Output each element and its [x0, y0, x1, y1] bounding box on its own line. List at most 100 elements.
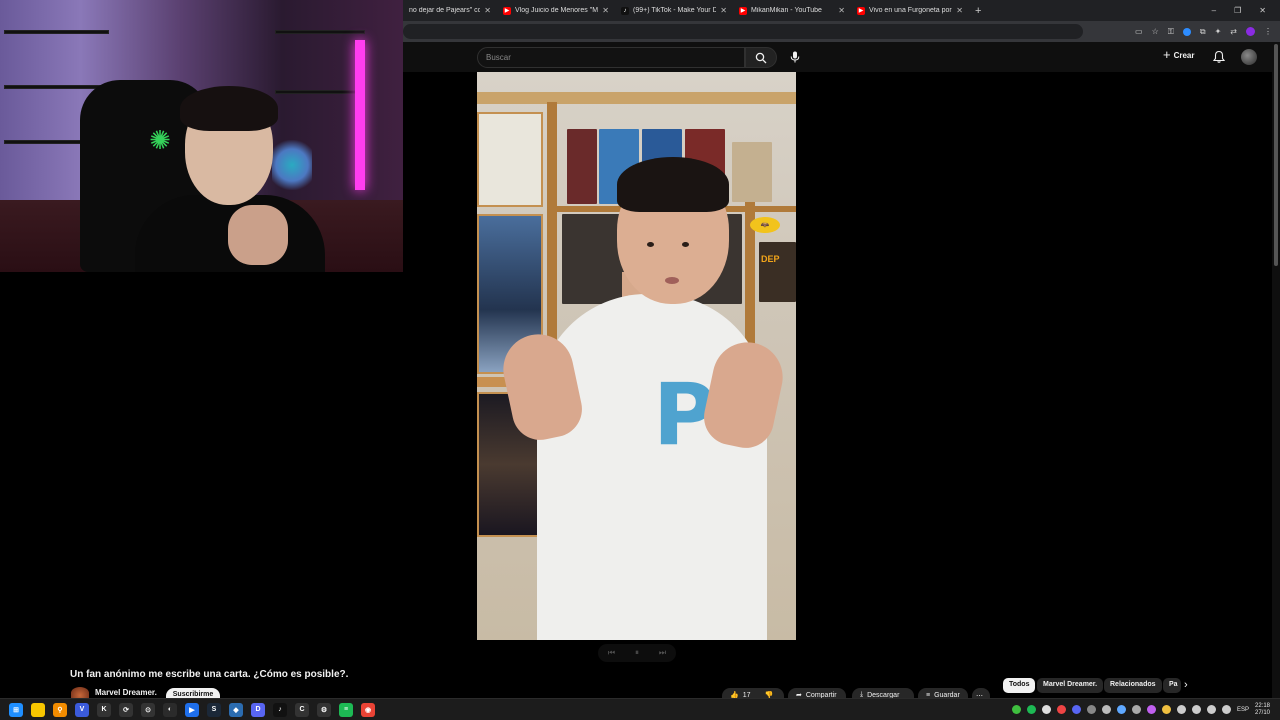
previous-icon[interactable]: ⏮ [608, 648, 615, 658]
discord-tray-icon[interactable] [1071, 705, 1081, 714]
tab-title: Vlog Juicio de Menores "Me Ca [515, 7, 599, 14]
side-panel-icon[interactable]: ✦ [1215, 27, 1222, 36]
menu-kebab-icon[interactable]: ⋮ [1264, 27, 1272, 36]
tab-title: MikanMikan - YouTube [751, 7, 822, 14]
close-icon[interactable]: ✕ [956, 6, 963, 15]
vivaldi-icon[interactable]: V [75, 702, 89, 717]
chip-relacionados[interactable]: Relacionados [1104, 678, 1162, 693]
app-4-icon[interactable]: K [97, 702, 111, 717]
minimize-button[interactable]: – [1212, 6, 1216, 15]
bookmark-star-icon[interactable]: ☆ [1152, 27, 1159, 36]
extension-icon[interactable] [1182, 27, 1191, 36]
language-indicator[interactable]: ESP [1237, 707, 1249, 713]
video-shelf [477, 92, 796, 104]
app-6-icon[interactable]: ⊙ [141, 702, 155, 717]
video-title: Un fan anónimo me escribe una carta. ¿Có… [70, 669, 349, 680]
microphone-icon [790, 51, 800, 63]
tray-app-icon[interactable] [1116, 705, 1126, 714]
chrome-icon[interactable]: ◉ [361, 702, 375, 717]
browser-tab[interactable]: ▶ MikanMikan - YouTube ✕ [733, 0, 851, 21]
tray-app-icon[interactable] [1101, 705, 1111, 714]
batman-logo-icon: 🦇 [750, 217, 780, 233]
spotify-icon[interactable]: ≡ [339, 702, 353, 717]
new-tab-button[interactable]: + [969, 5, 987, 17]
webcam-shelf [275, 90, 365, 94]
app-5-icon[interactable]: ⟳ [119, 702, 133, 717]
tray-app-icon[interactable] [1056, 705, 1066, 714]
toolbar-icons: ▭ ☆ ⚿ ⧉ ✦ ⇄ ⋮ [1135, 27, 1280, 37]
tray-app-icon[interactable] [1176, 705, 1186, 714]
voice-search-button[interactable] [786, 48, 804, 66]
discord-icon[interactable]: D [251, 702, 265, 717]
system-tray: ESP 22:18 27/10 [1011, 703, 1280, 717]
profile-switch-icon[interactable]: ⇄ [1230, 27, 1237, 36]
tray-app-icon[interactable] [1161, 705, 1171, 714]
browser-tab[interactable]: ▶ Vivo en una Furgoneta por culp ✕ [851, 0, 969, 21]
video-sign: DEP [759, 242, 796, 302]
cast-icon[interactable]: ▭ [1135, 27, 1143, 36]
close-icon[interactable]: ✕ [720, 6, 727, 15]
app-10-icon[interactable]: ◆ [229, 702, 243, 717]
sticky-notes-icon[interactable] [31, 702, 45, 717]
streamer-hair [180, 86, 278, 131]
browser-tab[interactable]: no dejar de Pajears" como ✕ [403, 0, 497, 21]
clock[interactable]: 22:18 27/10 [1255, 703, 1270, 717]
steam-icon[interactable]: S [207, 702, 221, 717]
tab-title: no dejar de Pajears" como [409, 7, 481, 14]
close-icon[interactable]: ✕ [484, 6, 491, 15]
puzzle-icon[interactable]: ⧉ [1200, 27, 1206, 37]
chip-channel[interactable]: Marvel Dreamer. [1037, 678, 1104, 693]
app-7-icon[interactable]: ◐ [163, 702, 177, 717]
chip-partial[interactable]: Pa [1163, 678, 1181, 693]
tray-app-icon[interactable] [1146, 705, 1156, 714]
volume-icon[interactable] [1221, 705, 1231, 714]
app-8-icon[interactable]: ▶ [185, 702, 199, 717]
account-avatar[interactable] [1241, 49, 1257, 65]
scrollbar-thumb[interactable] [1274, 44, 1278, 266]
tray-app-icon[interactable] [1086, 705, 1096, 714]
search-app-icon[interactable]: ⚲ [53, 702, 67, 717]
page-scrollbar[interactable] [1272, 42, 1280, 698]
next-icon[interactable]: ⏭ [659, 648, 666, 658]
tray-app-icon[interactable] [1011, 705, 1021, 714]
browser-tab[interactable]: ♪ (99+) TikTok - Make Your Day ✕ [615, 0, 733, 21]
notifications-bell-icon[interactable] [1212, 50, 1226, 64]
app-13-icon[interactable]: C [295, 702, 309, 717]
video-player[interactable]: DEP 🦇 P [477, 72, 796, 640]
app-14-icon[interactable]: ⚙ [317, 702, 331, 717]
webcam-shelf [4, 30, 109, 34]
streamer-hand [228, 205, 288, 265]
search-button[interactable] [745, 47, 777, 68]
key-icon[interactable]: ⚿ [1168, 27, 1174, 37]
search-icon [755, 52, 767, 63]
search-input[interactable]: Buscar [477, 47, 745, 68]
youtube-icon: ▶ [739, 6, 747, 15]
video-controls-hint[interactable]: ⏮ ⏸ ⏭ [598, 644, 676, 662]
browser-tab[interactable]: ▶ Vlog Juicio de Menores "Me Ca ✕ [497, 0, 615, 21]
tray-app-icon[interactable] [1131, 705, 1141, 714]
windows-taskbar: ⊞ ⚲ V K ⟳ ⊙ ◐ ▶ S ◆ D ♪ C ⚙ ≡ ◉ ESP 22:18 27/10 [0, 698, 1280, 720]
webcam-shelf [275, 30, 365, 34]
maximize-button[interactable]: ❐ [1234, 6, 1241, 15]
chevron-right-icon[interactable]: › [1184, 679, 1188, 691]
channel-name[interactable]: Marvel Dreamer. [95, 688, 157, 697]
start-icon[interactable]: ⊞ [9, 702, 23, 717]
close-icon[interactable]: ✕ [602, 6, 609, 15]
close-icon[interactable]: ✕ [838, 6, 845, 15]
close-window-button[interactable]: ✕ [1259, 6, 1266, 15]
create-button[interactable]: + Crear [1163, 48, 1195, 61]
spotify-tray-icon[interactable] [1026, 705, 1036, 714]
screen: ✺ no dejar de Pajears" como ✕ ▶ Vlog Jui… [0, 0, 1280, 720]
tray-app-icon[interactable] [1191, 705, 1201, 714]
tray-app-icon[interactable] [1041, 705, 1051, 714]
pause-icon[interactable]: ⏸ [635, 648, 639, 658]
window-controls: – ❐ ✕ [1212, 6, 1280, 15]
address-bar[interactable] [403, 24, 1083, 39]
clock-time: 22:18 [1254, 702, 1270, 709]
taskbar-apps: ⊞ ⚲ V K ⟳ ⊙ ◐ ▶ S ◆ D ♪ C ⚙ ≡ ◉ [0, 702, 375, 717]
create-label: Crear [1173, 50, 1195, 60]
profile-icon[interactable] [1246, 27, 1255, 36]
chip-todos[interactable]: Todos [1003, 678, 1036, 693]
tiktok-app-icon[interactable]: ♪ [273, 702, 287, 717]
network-icon[interactable] [1206, 705, 1216, 714]
